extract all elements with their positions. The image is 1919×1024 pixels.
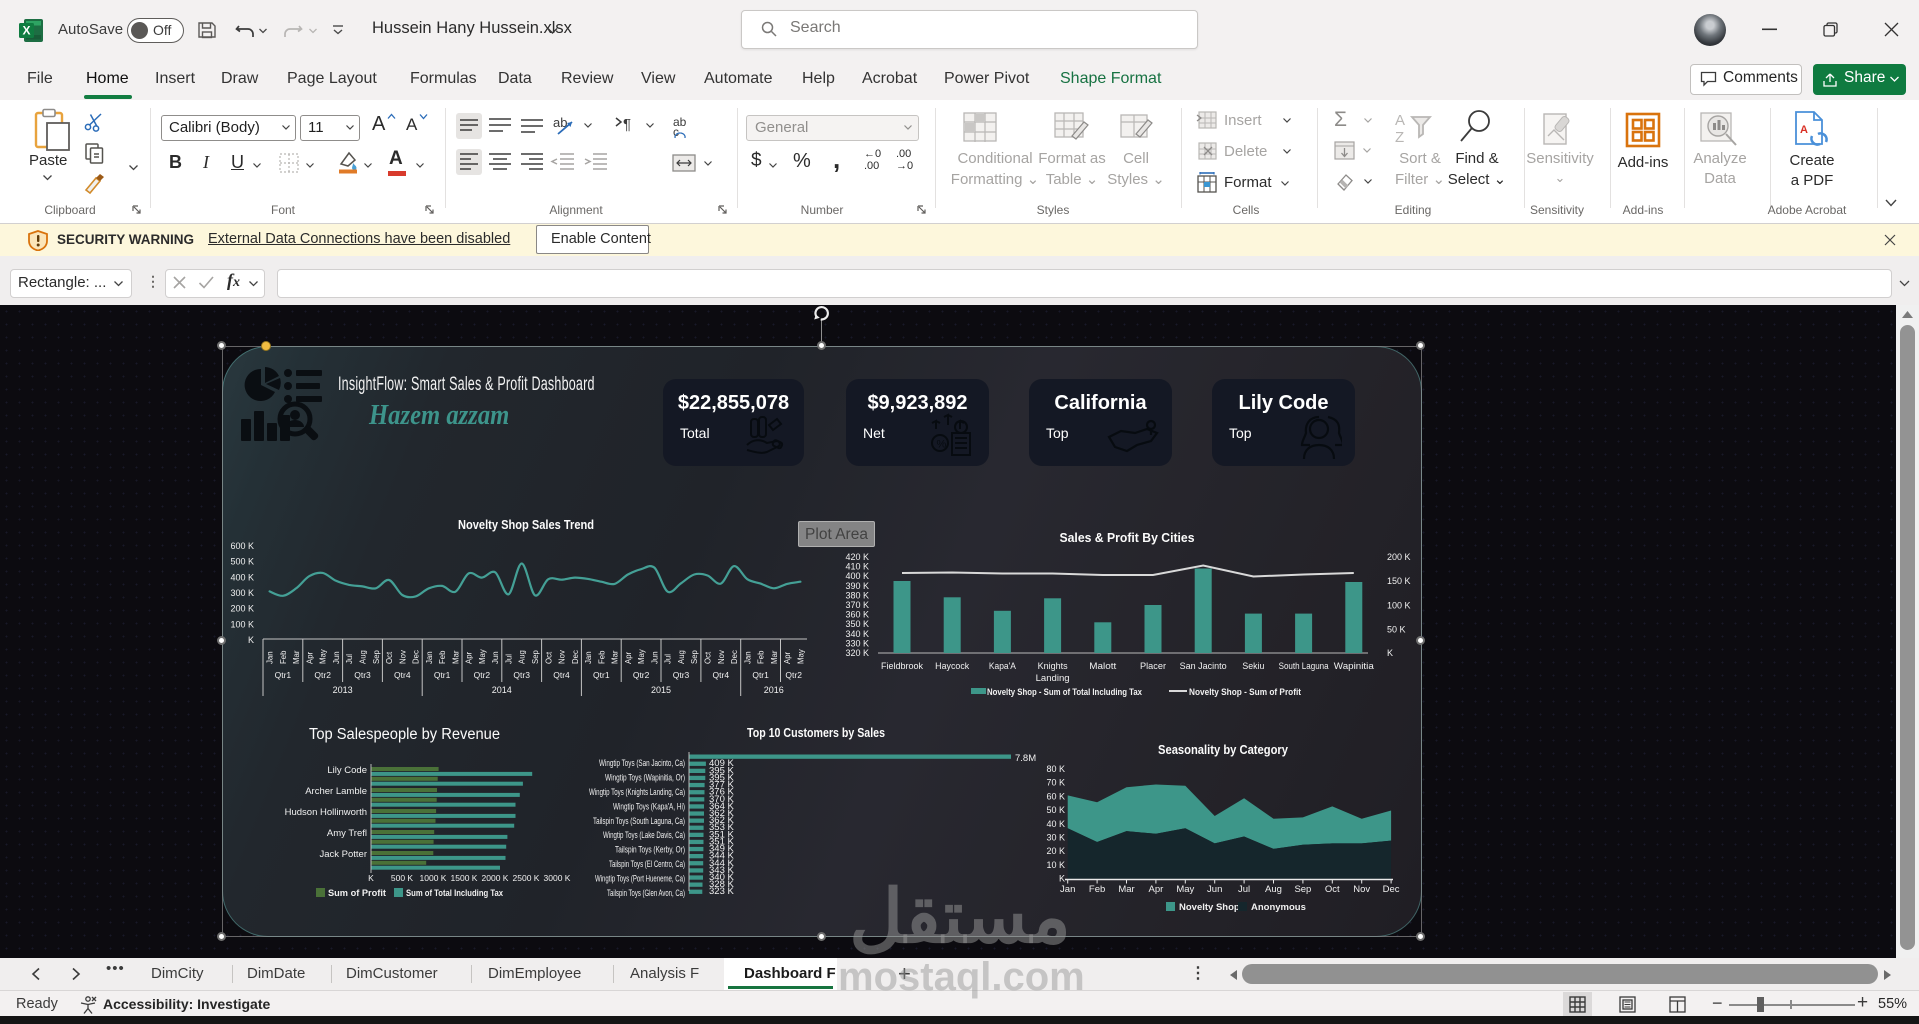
svg-text:A: A bbox=[1800, 124, 1808, 136]
svg-text:A: A bbox=[1395, 112, 1405, 129]
svg-text:X: X bbox=[22, 24, 30, 38]
svg-text:Z: Z bbox=[1395, 129, 1404, 146]
svg-text:c: c bbox=[673, 125, 679, 138]
svg-text:¶: ¶ bbox=[623, 116, 631, 133]
